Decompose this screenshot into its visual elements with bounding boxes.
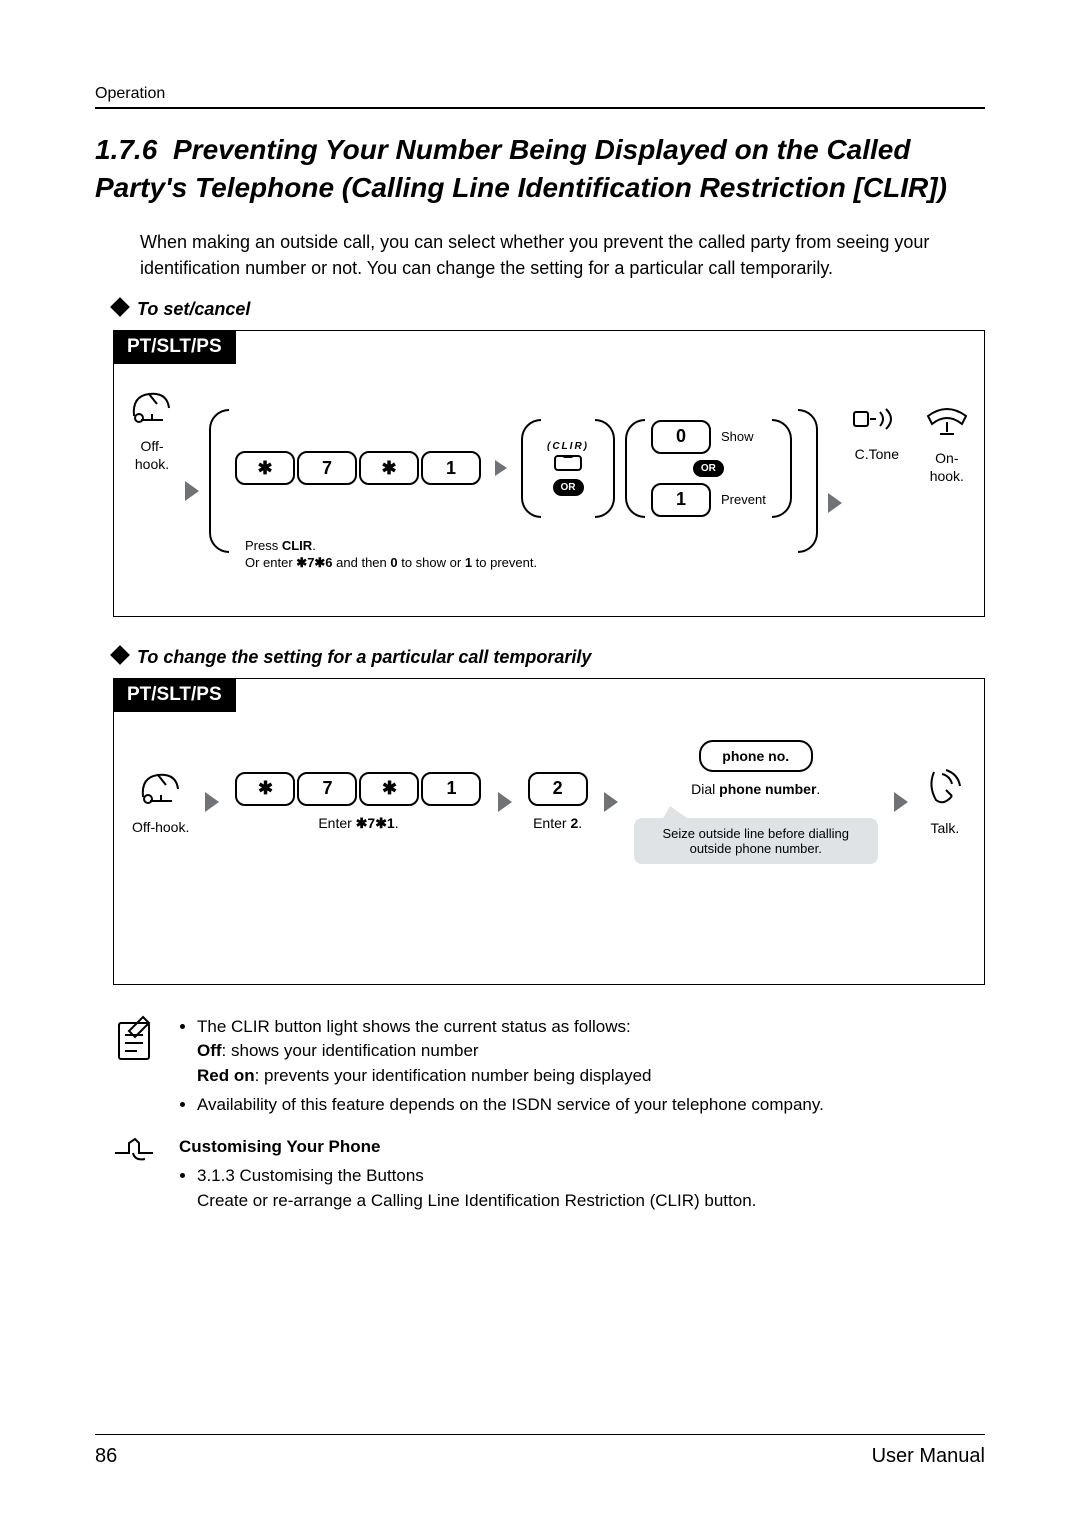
customising-text: Customising Your Phone 3.1.3 Customising… — [179, 1135, 756, 1217]
running-header: Operation — [95, 85, 985, 109]
notepad-icon — [113, 1050, 155, 1067]
key-1: 1 — [421, 451, 481, 485]
key-7: 7 — [297, 451, 357, 485]
procedure-box-set-cancel: PT/SLT/PS Off-hook. ✱ 7 ✱ — [113, 330, 985, 617]
keypad-sequence: ✱ 7 ✱ 1 — [235, 451, 481, 485]
label-prevent: Prevent — [721, 492, 766, 507]
seize-line-callout: Seize outside line before dialling outsi… — [634, 818, 878, 864]
offhook-icon — [138, 767, 184, 810]
subheading-temporary: To change the setting for a particular c… — [113, 647, 985, 668]
section-number: 1.7.6 — [95, 131, 173, 169]
key-1: 1 — [651, 483, 711, 517]
page-footer: 86 User Manual — [95, 1434, 985, 1468]
arrow-icon — [185, 481, 199, 501]
ctone-label: C.Tone — [855, 445, 899, 463]
key-7: 7 — [297, 772, 357, 806]
key-1: 1 — [421, 772, 481, 806]
onhook-label: On-hook. — [922, 449, 972, 485]
enter-2-label: Enter 2. — [533, 814, 582, 832]
page-number: 86 — [95, 1445, 117, 1468]
offhook-label: Off-hook. — [129, 437, 175, 473]
key-star: ✱ — [359, 772, 419, 806]
bullet-diamond-icon — [110, 645, 130, 665]
section-heading-text: Preventing Your Number Being Displayed o… — [95, 134, 947, 203]
confirmation-tone-icon — [852, 404, 902, 437]
keypad-sequence: ✱ 7 ✱ 1 — [235, 772, 481, 806]
or-badge: OR — [693, 460, 724, 477]
manual-page: Operation 1.7.6Preventing Your Number Be… — [0, 0, 1080, 1528]
offhook-icon — [129, 386, 175, 429]
label-show: Show — [721, 429, 754, 444]
bullet-diamond-icon — [110, 297, 130, 317]
intro-paragraph: When making an outside call, you can sel… — [140, 229, 985, 281]
key-star: ✱ — [235, 772, 295, 806]
key-0: 0 — [651, 420, 711, 454]
option-group: ✱ 7 ✱ 1 (CLIR) — [209, 386, 818, 576]
clir-button-icon — [554, 455, 582, 476]
show-prevent-group: 0 Show OR 1 Prevent — [625, 416, 792, 521]
note-item: Availability of this feature depends on … — [197, 1093, 824, 1118]
arrow-icon — [894, 792, 908, 812]
arrow-icon — [205, 792, 219, 812]
sequence-caption: Press CLIR. Or enter ✱7✱6 and then 0 to … — [245, 537, 537, 572]
arrow-icon — [604, 792, 618, 812]
procedure-box-temporary: PT/SLT/PS Off-hook. ✱ 7 ✱ 1 Enter ✱7✱1. — [113, 678, 985, 985]
key-2: 2 — [528, 772, 588, 806]
clir-indicator-label: (CLIR) — [547, 441, 589, 452]
talk-icon — [924, 766, 966, 811]
arrow-icon — [498, 792, 512, 812]
phone-number-field: phone no. — [699, 740, 813, 772]
onhook-icon — [922, 404, 972, 441]
dial-phone-label: Dial phone number. — [691, 780, 820, 798]
section-title: 1.7.6Preventing Your Number Being Displa… — [95, 131, 985, 207]
device-tab: PT/SLT/PS — [113, 330, 236, 364]
doc-title: User Manual — [872, 1445, 985, 1468]
key-star: ✱ — [359, 451, 419, 485]
customising-title: Customising Your Phone — [179, 1135, 756, 1160]
customising-item: 3.1.3 Customising the Buttons Create or … — [197, 1164, 756, 1213]
offhook-label: Off-hook. — [132, 818, 189, 836]
clir-or-code-group: (CLIR) OR — [521, 419, 615, 518]
arrow-icon — [828, 493, 842, 513]
notes-list: The CLIR button light shows the current … — [179, 1015, 824, 1122]
enter-71-label: Enter ✱7✱1. — [318, 814, 398, 832]
note-item: The CLIR button light shows the current … — [197, 1015, 824, 1089]
customising-block: Customising Your Phone 3.1.3 Customising… — [113, 1135, 985, 1217]
device-tab: PT/SLT/PS — [113, 678, 236, 712]
notes-block: The CLIR button light shows the current … — [113, 1015, 985, 1122]
talk-label: Talk. — [930, 819, 959, 837]
key-star: ✱ — [235, 451, 295, 485]
arrow-icon — [495, 460, 507, 476]
subheading-set-cancel: To set/cancel — [113, 299, 985, 320]
pointing-hand-icon — [113, 1152, 157, 1169]
or-badge: OR — [553, 479, 584, 496]
